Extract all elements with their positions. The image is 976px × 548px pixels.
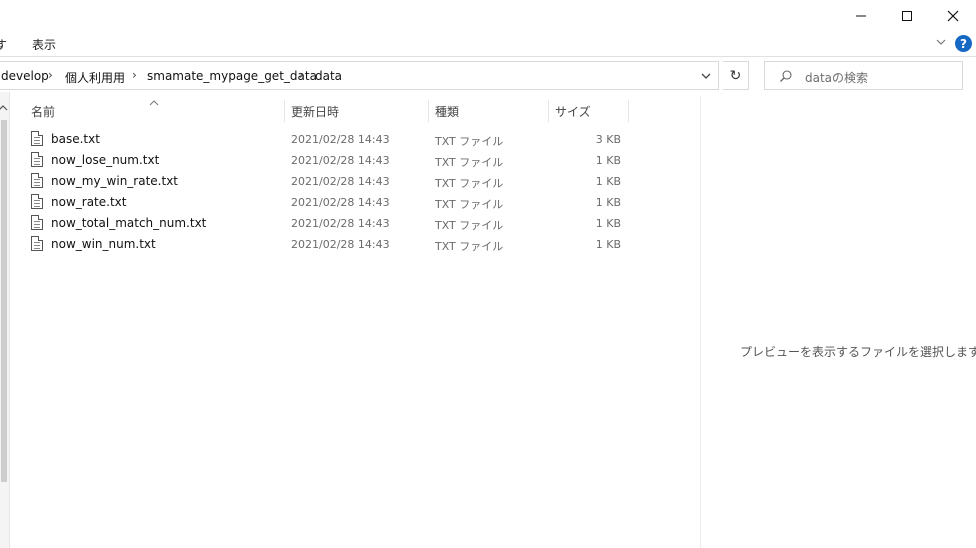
column-header-type[interactable]: 種類 (435, 103, 459, 120)
column-header-size[interactable]: サイズ (555, 103, 591, 120)
tab-share[interactable]: す (0, 36, 7, 53)
minimize-icon (856, 15, 866, 17)
minimize-button[interactable] (838, 0, 884, 32)
close-icon (947, 10, 959, 22)
file-modified: 2021/02/28 14:43 (291, 196, 390, 209)
tab-view[interactable]: 表示 (32, 36, 56, 53)
text-file-icon (31, 152, 43, 167)
file-modified: 2021/02/28 14:43 (291, 175, 390, 188)
file-row[interactable]: now_total_match_num.txt 2021/02/28 14:43… (29, 213, 629, 234)
refresh-icon: ↻ (729, 67, 742, 84)
search-box[interactable]: dataの検索 (764, 61, 963, 90)
file-size: 1 KB (595, 238, 621, 251)
column-divider[interactable] (428, 100, 429, 122)
file-type: TXT ファイル (435, 219, 504, 232)
address-history-button[interactable] (700, 70, 712, 85)
file-type: TXT ファイル (435, 177, 504, 190)
breadcrumb-project[interactable]: smamate_mypage_get_data (147, 69, 317, 83)
file-size: 1 KB (595, 154, 621, 167)
chevron-down-icon (701, 73, 711, 79)
sort-ascending-icon (149, 95, 159, 109)
navigation-scroll-thumb[interactable] (1, 120, 7, 482)
breadcrumb-personal[interactable]: 個人利用用 (65, 69, 125, 86)
nav-scroll-up-icon[interactable] (0, 101, 8, 115)
maximize-button[interactable] (884, 0, 930, 32)
file-modified: 2021/02/28 14:43 (291, 133, 390, 146)
file-modified: 2021/02/28 14:43 (291, 238, 390, 251)
file-row[interactable]: now_lose_num.txt 2021/02/28 14:43 TXT ファ… (29, 150, 629, 171)
breadcrumb-develop[interactable]: develop (1, 69, 49, 83)
file-size: 1 KB (595, 196, 621, 209)
close-button[interactable] (930, 0, 976, 32)
text-file-icon (31, 131, 43, 146)
column-divider[interactable] (284, 100, 285, 122)
file-type: TXT ファイル (435, 156, 504, 169)
text-file-icon (31, 194, 43, 209)
search-input[interactable]: dataの検索 (805, 69, 868, 86)
breadcrumb-data[interactable]: data (315, 69, 342, 83)
breadcrumb-separator[interactable]: › (299, 68, 304, 82)
text-file-icon (31, 215, 43, 230)
file-name[interactable]: now_lose_num.txt (51, 153, 159, 167)
file-name[interactable]: now_win_num.txt (51, 237, 156, 251)
breadcrumb-separator[interactable]: › (132, 68, 137, 82)
file-row[interactable]: now_win_num.txt 2021/02/28 14:43 TXT ファイ… (29, 234, 629, 255)
ribbon-tabs: す 表示 ? (0, 32, 976, 57)
file-name[interactable]: now_my_win_rate.txt (51, 174, 178, 188)
file-size: 1 KB (595, 175, 621, 188)
preview-message: プレビューを表示するファイルを選択します。 (740, 345, 976, 359)
file-type: TXT ファイル (435, 135, 504, 148)
breadcrumb-separator[interactable]: › (48, 68, 53, 82)
title-bar (0, 0, 976, 32)
file-type: TXT ファイル (435, 240, 504, 253)
file-name[interactable]: base.txt (51, 132, 100, 146)
ribbon-expand-button[interactable] (935, 36, 947, 51)
file-row[interactable]: base.txt 2021/02/28 14:43 TXT ファイル 3 KB (29, 129, 629, 150)
file-modified: 2021/02/28 14:43 (291, 217, 390, 230)
text-file-icon (31, 236, 43, 251)
file-size: 1 KB (595, 217, 621, 230)
chevron-down-icon (936, 39, 946, 45)
column-header-name[interactable]: 名前 (31, 103, 55, 120)
file-modified: 2021/02/28 14:43 (291, 154, 390, 167)
maximize-icon (902, 11, 912, 21)
refresh-button[interactable]: ↻ (723, 61, 749, 90)
file-name[interactable]: now_total_match_num.txt (51, 216, 206, 230)
search-icon (779, 69, 793, 86)
file-row[interactable]: now_my_win_rate.txt 2021/02/28 14:43 TXT… (29, 171, 629, 192)
preview-pane-divider[interactable] (700, 96, 701, 548)
column-header-modified[interactable]: 更新日時 (291, 103, 339, 120)
address-bar[interactable]: develop › 個人利用用 › smamate_mypage_get_dat… (0, 61, 719, 90)
text-file-icon (31, 173, 43, 188)
file-name[interactable]: now_rate.txt (51, 195, 126, 209)
column-divider[interactable] (548, 100, 549, 122)
help-button[interactable]: ? (955, 35, 972, 52)
column-divider[interactable] (628, 100, 629, 122)
file-size: 3 KB (595, 133, 621, 146)
help-icon: ? (960, 36, 967, 51)
file-row[interactable]: now_rate.txt 2021/02/28 14:43 TXT ファイル 1… (29, 192, 629, 213)
file-type: TXT ファイル (435, 198, 504, 211)
